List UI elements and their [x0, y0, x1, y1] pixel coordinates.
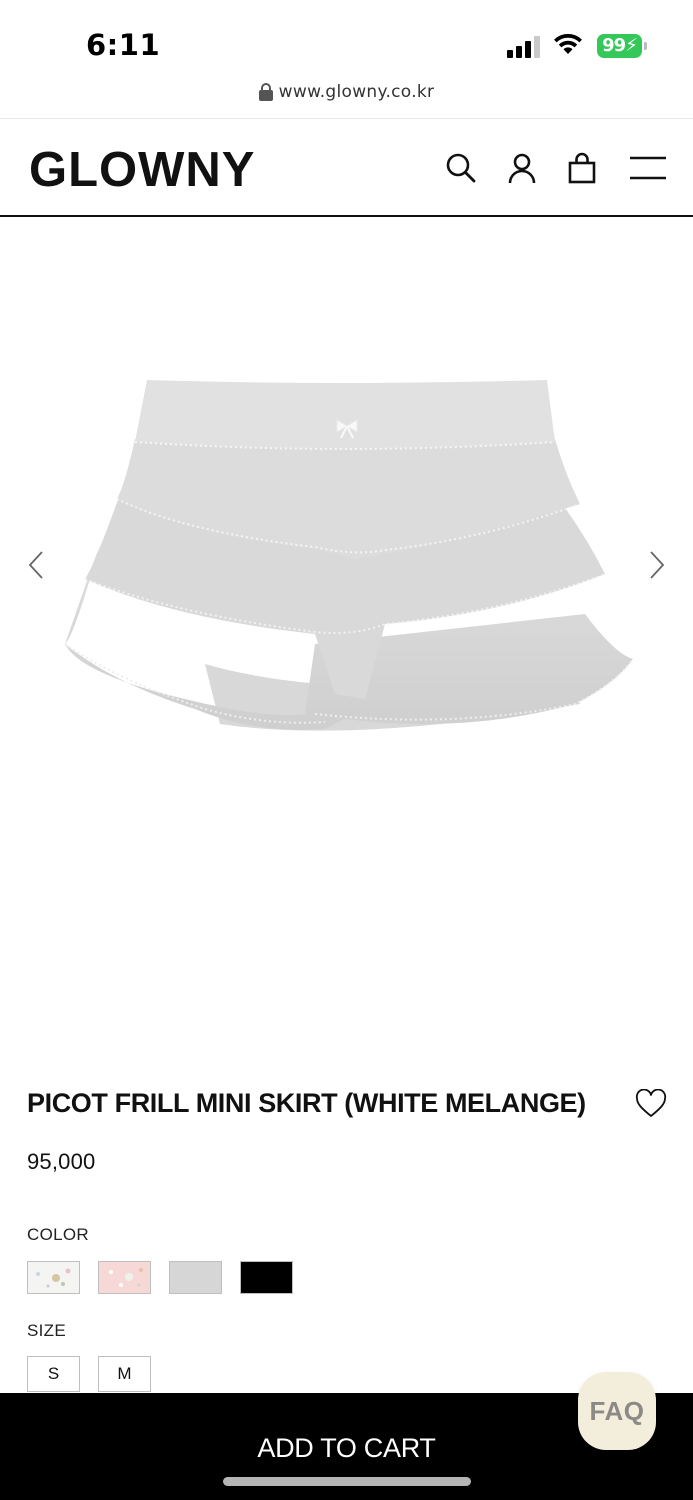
home-indicator [223, 1477, 471, 1486]
chevron-right-icon[interactable] [645, 549, 669, 581]
size-option-s[interactable]: S [27, 1356, 80, 1392]
shopping-bag-icon[interactable] [565, 151, 599, 185]
browser-url-bar[interactable]: www.glowny.co.kr [0, 78, 693, 116]
heart-outline-icon[interactable] [635, 1088, 667, 1119]
product-price: 95,000 [27, 1149, 96, 1174]
site-header: GLOWNY [0, 119, 693, 217]
chevron-left-icon[interactable] [24, 549, 48, 581]
floral-pink-swatch[interactable] [98, 1261, 151, 1294]
product-gallery[interactable] [0, 219, 693, 1049]
account-icon[interactable] [505, 151, 539, 185]
search-icon[interactable] [444, 151, 478, 185]
grey-swatch[interactable] [169, 1261, 222, 1294]
lock-icon [258, 83, 273, 101]
url-text: www.glowny.co.kr [278, 82, 435, 102]
wifi-icon [552, 32, 584, 56]
floral-white-swatch[interactable] [27, 1261, 80, 1294]
product-image [55, 374, 640, 754]
menu-icon[interactable] [629, 151, 667, 185]
black-swatch[interactable] [240, 1261, 293, 1294]
cellular-signal-icon [507, 36, 541, 58]
site-logo[interactable]: GLOWNY [29, 142, 255, 198]
size-label: SIZE [27, 1321, 66, 1340]
battery-level: 99 [602, 35, 626, 56]
battery-charging-icon: 99⚡ [597, 34, 647, 58]
faq-button[interactable]: FAQ [578, 1372, 656, 1450]
size-option-m[interactable]: M [98, 1356, 151, 1392]
status-time: 6:11 [86, 28, 161, 62]
color-label: COLOR [27, 1225, 89, 1244]
product-title: PICOT FRILL MINI SKIRT (WHITE MELANGE) [27, 1088, 586, 1118]
status-bar: 6:11 99⚡ [0, 0, 693, 78]
